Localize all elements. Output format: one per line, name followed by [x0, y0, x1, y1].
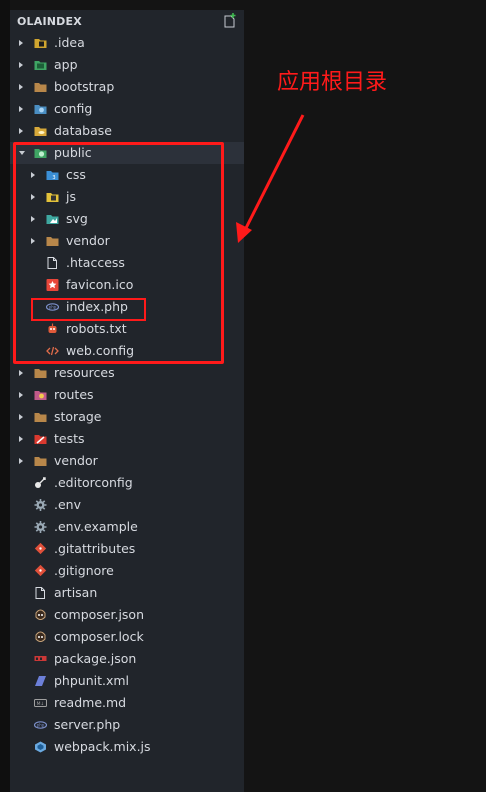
- svg-text:M↓: M↓: [37, 701, 45, 707]
- tree-item-label: readme.md: [54, 695, 127, 710]
- caret-right-icon[interactable]: [19, 414, 23, 420]
- project-title: OLAINDEX: [17, 15, 82, 28]
- tree-item-label: composer.lock: [54, 629, 144, 644]
- folder-item-storage[interactable]: storage: [10, 406, 244, 428]
- php-icon: php: [34, 721, 47, 729]
- tree-item-label: composer.json: [54, 607, 145, 622]
- screen: OLAINDEX .idea app bootstrap config database…: [0, 0, 486, 792]
- editorconfig-icon: [35, 477, 46, 488]
- composer-icon: [35, 631, 46, 642]
- file-item-phpunit-xml[interactable]: phpunit.xml: [10, 670, 244, 692]
- idea-folder-icon: [34, 39, 47, 48]
- folder-item-config[interactable]: config: [10, 98, 244, 120]
- folder-icon: [34, 369, 47, 378]
- index-php-highlight: [31, 298, 146, 321]
- file-explorer: OLAINDEX .idea app bootstrap config database…: [10, 10, 244, 792]
- annotation-label: 应用根目录: [277, 70, 388, 95]
- markdown-icon: M↓: [34, 699, 47, 707]
- svg-text:php: php: [37, 723, 45, 728]
- tree-item-label: routes: [54, 387, 94, 402]
- public-folder-highlight: [13, 142, 224, 364]
- file-item-composer-lock[interactable]: composer.lock: [10, 626, 244, 648]
- phpunit-icon: [35, 676, 46, 686]
- routes-folder-icon: [34, 391, 47, 400]
- folder-icon: [34, 83, 47, 92]
- tree-item-label: database: [54, 123, 112, 138]
- tree-item-label: .env.example: [54, 519, 138, 534]
- folder-item-resources[interactable]: resources: [10, 362, 244, 384]
- tree-item-label: package.json: [54, 651, 137, 666]
- app-folder-icon: [34, 61, 47, 70]
- tree-item-label: config: [54, 101, 93, 116]
- tree-item-label: .editorconfig: [54, 475, 133, 490]
- tree-item-label: .idea: [54, 35, 85, 50]
- gear-icon: [34, 521, 47, 533]
- caret-right-icon[interactable]: [19, 128, 23, 134]
- folder-icon: [34, 413, 47, 422]
- folder-item-tests[interactable]: tests: [10, 428, 244, 450]
- file-item-env[interactable]: .env: [10, 494, 244, 516]
- caret-right-icon[interactable]: [19, 392, 23, 398]
- tree-item-label: app: [54, 57, 78, 72]
- file-item-editorconfig[interactable]: .editorconfig: [10, 472, 244, 494]
- left-gutter: [0, 0, 10, 792]
- folder-item-bootstrap[interactable]: bootstrap: [10, 76, 244, 98]
- folder-item-app[interactable]: app: [10, 54, 244, 76]
- tree-item-label: .gitignore: [54, 563, 114, 578]
- webpack-icon: [35, 741, 46, 753]
- tree-item-label: vendor: [54, 453, 98, 468]
- config-folder-icon: [34, 105, 47, 114]
- file-item-readme-md[interactable]: M↓ readme.md: [10, 692, 244, 714]
- tree-item-label: .env: [54, 497, 81, 512]
- tree-item-label: phpunit.xml: [54, 673, 130, 688]
- tree-item-label: server.php: [54, 717, 121, 732]
- file-icon: [35, 587, 45, 599]
- folder-icon: [34, 457, 47, 466]
- folder-item-database[interactable]: database: [10, 120, 244, 142]
- caret-right-icon[interactable]: [19, 84, 23, 90]
- explorer-header: OLAINDEX: [10, 10, 244, 32]
- file-tree: .idea app bootstrap config database public 3 cs…: [10, 32, 244, 758]
- npm-icon: [34, 656, 47, 661]
- file-item-env-example[interactable]: .env.example: [10, 516, 244, 538]
- composer-icon: [35, 609, 46, 620]
- database-folder-icon: [34, 127, 47, 136]
- caret-right-icon[interactable]: [19, 458, 23, 464]
- tree-item-label: bootstrap: [54, 79, 115, 94]
- tree-item-label: resources: [54, 365, 115, 380]
- folder-item-routes[interactable]: routes: [10, 384, 244, 406]
- file-item-server-php[interactable]: php server.php: [10, 714, 244, 736]
- caret-right-icon[interactable]: [19, 106, 23, 112]
- git-icon: [34, 565, 47, 577]
- file-item-composer-json[interactable]: composer.json: [10, 604, 244, 626]
- file-item-gitignore[interactable]: .gitignore: [10, 560, 244, 582]
- folder-item-idea[interactable]: .idea: [10, 32, 244, 54]
- annotation-arrow: [236, 114, 305, 243]
- tree-item-label: artisan: [54, 585, 98, 600]
- folder-item-vendor[interactable]: vendor: [10, 450, 244, 472]
- tree-item-label: webpack.mix.js: [54, 739, 151, 754]
- file-item-artisan[interactable]: artisan: [10, 582, 244, 604]
- gear-icon: [34, 499, 47, 511]
- file-item-webpack-mix-js[interactable]: webpack.mix.js: [10, 736, 244, 758]
- tree-item-label: .gitattributes: [54, 541, 136, 556]
- caret-right-icon[interactable]: [19, 436, 23, 442]
- tests-folder-icon: [34, 435, 47, 444]
- caret-right-icon[interactable]: [19, 370, 23, 376]
- tree-item-label: tests: [54, 431, 85, 446]
- file-item-gitattributes[interactable]: .gitattributes: [10, 538, 244, 560]
- git-icon: [34, 543, 47, 555]
- new-file-icon[interactable]: [223, 13, 237, 29]
- caret-right-icon[interactable]: [19, 40, 23, 46]
- file-item-package-json[interactable]: package.json: [10, 648, 244, 670]
- tree-item-label: storage: [54, 409, 102, 424]
- caret-right-icon[interactable]: [19, 62, 23, 68]
